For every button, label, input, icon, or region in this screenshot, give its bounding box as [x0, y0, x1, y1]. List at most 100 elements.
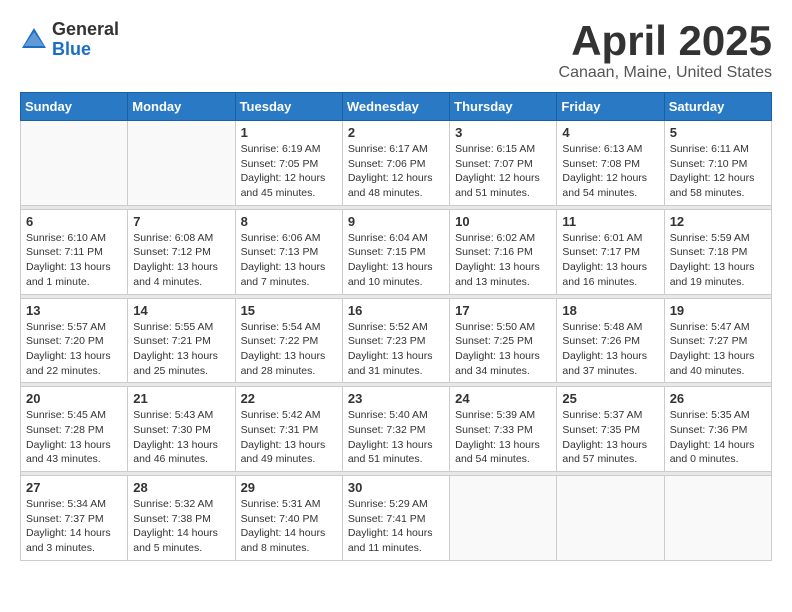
day-number: 11	[562, 214, 658, 229]
day-info: Sunrise: 6:06 AM Sunset: 7:13 PM Dayligh…	[241, 231, 337, 290]
day-info: Sunrise: 5:52 AM Sunset: 7:23 PM Dayligh…	[348, 320, 444, 379]
day-number: 27	[26, 480, 122, 495]
header-area: General Blue April 2025 Canaan, Maine, U…	[20, 20, 772, 82]
day-number: 20	[26, 391, 122, 406]
day-info: Sunrise: 5:47 AM Sunset: 7:27 PM Dayligh…	[670, 320, 766, 379]
calendar-cell	[128, 121, 235, 206]
day-info: Sunrise: 5:43 AM Sunset: 7:30 PM Dayligh…	[133, 408, 229, 467]
calendar-cell: 7 Sunrise: 6:08 AM Sunset: 7:12 PM Daylig…	[128, 209, 235, 294]
calendar-cell: 11Sunrise: 6:01 AM Sunset: 7:17 PM Dayli…	[557, 209, 664, 294]
day-info: Sunrise: 6:02 AM Sunset: 7:16 PM Dayligh…	[455, 231, 551, 290]
day-number: 13	[26, 303, 122, 318]
day-info: Sunrise: 5:35 AM Sunset: 7:36 PM Dayligh…	[670, 408, 766, 467]
calendar-cell: 21 Sunrise: 5:43 AM Sunset: 7:30 PM Dayli…	[128, 387, 235, 472]
logo-icon	[20, 26, 48, 54]
day-header-wednesday: Wednesday	[342, 93, 449, 121]
day-info: Sunrise: 5:50 AM Sunset: 7:25 PM Dayligh…	[455, 320, 551, 379]
day-info: Sunrise: 5:42 AM Sunset: 7:31 PM Dayligh…	[241, 408, 337, 467]
day-header-thursday: Thursday	[450, 93, 557, 121]
calendar-cell: 29Sunrise: 5:31 AM Sunset: 7:40 PM Dayli…	[235, 476, 342, 561]
day-number: 4	[562, 125, 658, 140]
day-number: 18	[562, 303, 658, 318]
calendar-week-row: 6Sunrise: 6:10 AM Sunset: 7:11 PM Daylig…	[21, 209, 772, 294]
calendar-cell: 23Sunrise: 5:40 AM Sunset: 7:32 PM Dayli…	[342, 387, 449, 472]
logo-blue: Blue	[52, 40, 119, 60]
location: Canaan, Maine, United States	[559, 64, 772, 82]
day-number: 30	[348, 480, 444, 495]
calendar-cell	[557, 476, 664, 561]
day-info: Sunrise: 6:15 AM Sunset: 7:07 PM Dayligh…	[455, 142, 551, 201]
day-number: 2	[348, 125, 444, 140]
day-number: 9	[348, 214, 444, 229]
day-info: Sunrise: 5:48 AM Sunset: 7:26 PM Dayligh…	[562, 320, 658, 379]
day-info: Sunrise: 5:40 AM Sunset: 7:32 PM Dayligh…	[348, 408, 444, 467]
day-number: 17	[455, 303, 551, 318]
calendar: SundayMondayTuesdayWednesdayThursdayFrid…	[20, 92, 772, 561]
calendar-cell: 25 Sunrise: 5:37 AM Sunset: 7:35 PM Dayli…	[557, 387, 664, 472]
calendar-cell: 20Sunrise: 5:45 AM Sunset: 7:28 PM Dayli…	[21, 387, 128, 472]
day-number: 5	[670, 125, 766, 140]
day-info: Sunrise: 5:55 AM Sunset: 7:21 PM Dayligh…	[133, 320, 229, 379]
day-number: 3	[455, 125, 551, 140]
calendar-cell: 10 Sunrise: 6:02 AM Sunset: 7:16 PM Dayli…	[450, 209, 557, 294]
day-number: 14	[133, 303, 229, 318]
calendar-cell: 3 Sunrise: 6:15 AM Sunset: 7:07 PM Daylig…	[450, 121, 557, 206]
day-info: Sunrise: 5:39 AM Sunset: 7:33 PM Dayligh…	[455, 408, 551, 467]
day-info: Sunrise: 5:32 AM Sunset: 7:38 PM Dayligh…	[133, 497, 229, 556]
day-info: Sunrise: 6:11 AM Sunset: 7:10 PM Dayligh…	[670, 142, 766, 201]
day-number: 16	[348, 303, 444, 318]
day-number: 22	[241, 391, 337, 406]
calendar-header-row: SundayMondayTuesdayWednesdayThursdayFrid…	[21, 93, 772, 121]
calendar-week-row: 20Sunrise: 5:45 AM Sunset: 7:28 PM Dayli…	[21, 387, 772, 472]
day-number: 1	[241, 125, 337, 140]
day-number: 19	[670, 303, 766, 318]
calendar-cell: 24 Sunrise: 5:39 AM Sunset: 7:33 PM Dayli…	[450, 387, 557, 472]
day-number: 29	[241, 480, 337, 495]
month-title: April 2025	[559, 20, 772, 62]
calendar-cell: 17 Sunrise: 5:50 AM Sunset: 7:25 PM Dayli…	[450, 298, 557, 383]
calendar-week-row: 1Sunrise: 6:19 AM Sunset: 7:05 PM Daylig…	[21, 121, 772, 206]
day-number: 8	[241, 214, 337, 229]
calendar-cell: 15Sunrise: 5:54 AM Sunset: 7:22 PM Dayli…	[235, 298, 342, 383]
day-number: 12	[670, 214, 766, 229]
calendar-cell: 5 Sunrise: 6:11 AM Sunset: 7:10 PM Daylig…	[664, 121, 771, 206]
logo-general: General	[52, 20, 119, 40]
calendar-cell: 26 Sunrise: 5:35 AM Sunset: 7:36 PM Dayli…	[664, 387, 771, 472]
calendar-cell: 4 Sunrise: 6:13 AM Sunset: 7:08 PM Daylig…	[557, 121, 664, 206]
day-info: Sunrise: 6:08 AM Sunset: 7:12 PM Dayligh…	[133, 231, 229, 290]
calendar-cell	[450, 476, 557, 561]
day-number: 6	[26, 214, 122, 229]
day-info: Sunrise: 5:57 AM Sunset: 7:20 PM Dayligh…	[26, 320, 122, 379]
calendar-cell: 2 Sunrise: 6:17 AM Sunset: 7:06 PM Daylig…	[342, 121, 449, 206]
day-header-friday: Friday	[557, 93, 664, 121]
calendar-cell: 19 Sunrise: 5:47 AM Sunset: 7:27 PM Dayli…	[664, 298, 771, 383]
day-header-tuesday: Tuesday	[235, 93, 342, 121]
day-number: 10	[455, 214, 551, 229]
calendar-cell: 13 Sunrise: 5:57 AM Sunset: 7:20 PM Dayli…	[21, 298, 128, 383]
calendar-cell: 12 Sunrise: 5:59 AM Sunset: 7:18 PM Dayli…	[664, 209, 771, 294]
calendar-cell: 16 Sunrise: 5:52 AM Sunset: 7:23 PM Dayli…	[342, 298, 449, 383]
day-number: 26	[670, 391, 766, 406]
title-area: April 2025 Canaan, Maine, United States	[559, 20, 772, 82]
calendar-week-row: 13 Sunrise: 5:57 AM Sunset: 7:20 PM Dayli…	[21, 298, 772, 383]
calendar-cell	[21, 121, 128, 206]
day-number: 21	[133, 391, 229, 406]
calendar-week-row: 27 Sunrise: 5:34 AM Sunset: 7:37 PM Dayli…	[21, 476, 772, 561]
calendar-cell: 14 Sunrise: 5:55 AM Sunset: 7:21 PM Dayli…	[128, 298, 235, 383]
day-header-sunday: Sunday	[21, 93, 128, 121]
calendar-cell: 1Sunrise: 6:19 AM Sunset: 7:05 PM Daylig…	[235, 121, 342, 206]
calendar-cell	[664, 476, 771, 561]
day-info: Sunrise: 6:17 AM Sunset: 7:06 PM Dayligh…	[348, 142, 444, 201]
logo: General Blue	[20, 20, 119, 60]
day-info: Sunrise: 6:13 AM Sunset: 7:08 PM Dayligh…	[562, 142, 658, 201]
day-info: Sunrise: 6:04 AM Sunset: 7:15 PM Dayligh…	[348, 231, 444, 290]
day-info: Sunrise: 5:34 AM Sunset: 7:37 PM Dayligh…	[26, 497, 122, 556]
day-number: 25	[562, 391, 658, 406]
day-number: 24	[455, 391, 551, 406]
calendar-cell: 18 Sunrise: 5:48 AM Sunset: 7:26 PM Dayli…	[557, 298, 664, 383]
day-number: 28	[133, 480, 229, 495]
day-info: Sunrise: 5:37 AM Sunset: 7:35 PM Dayligh…	[562, 408, 658, 467]
day-number: 7	[133, 214, 229, 229]
day-info: Sunrise: 5:59 AM Sunset: 7:18 PM Dayligh…	[670, 231, 766, 290]
day-header-saturday: Saturday	[664, 93, 771, 121]
